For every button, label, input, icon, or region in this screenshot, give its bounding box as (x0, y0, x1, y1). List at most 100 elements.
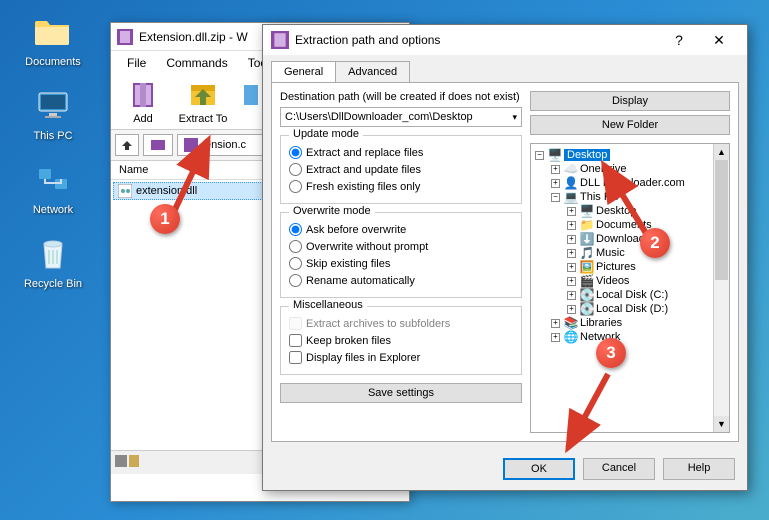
tree-node-label: Pictures (596, 261, 636, 273)
desktop-folder-documents[interactable]: Documents (18, 12, 88, 68)
tree-user-icon: 👤 (564, 176, 578, 190)
tree-pc-icon: 💻 (564, 190, 578, 204)
tree-node[interactable]: + 🖼️Pictures (535, 260, 725, 274)
close-button[interactable]: ✕ (699, 32, 739, 49)
dialog-titlebar[interactable]: Extraction path and options ? ✕ (263, 25, 747, 55)
toolbar-extract-to-button[interactable]: Extract To (173, 77, 233, 127)
tree-expand-icon[interactable]: − (535, 151, 544, 160)
toolbar-more[interactable] (233, 77, 255, 127)
check-display-explorer[interactable]: Display files in Explorer (289, 349, 513, 366)
path-drive-button[interactable] (143, 134, 173, 156)
help-button[interactable]: Help (663, 458, 735, 480)
tree-node[interactable]: +👤DLL Downloader.com (535, 176, 725, 190)
tree-pictures-icon: 🖼️ (580, 260, 594, 274)
tree-cloud-icon: ☁️ (564, 162, 578, 176)
tree-folder-icon: 📁 (580, 218, 594, 232)
tree-desktop-icon: 🖥️ (580, 204, 594, 218)
new-folder-button[interactable]: New Folder (530, 115, 730, 135)
tree-node[interactable]: +🎵Music (535, 246, 725, 260)
tree-expand-icon[interactable]: − (551, 193, 560, 202)
tree-node[interactable]: +💽Local Disk (C:) (535, 288, 725, 302)
radio-extract-update[interactable]: Extract and update files (289, 161, 513, 178)
dll-file-icon (118, 184, 132, 198)
ok-button[interactable]: OK (503, 458, 575, 480)
tree-expand-icon[interactable]: + (567, 221, 576, 230)
display-button[interactable]: Display (530, 91, 730, 111)
path-up-button[interactable] (115, 134, 139, 156)
tree-node-label: Desktop (596, 205, 636, 217)
scroll-thumb[interactable] (715, 160, 728, 280)
radio-overwrite-no-prompt[interactable]: Overwrite without prompt (289, 238, 513, 255)
tree-node[interactable]: + 🌐Network (535, 330, 725, 344)
tree-music-icon: 🎵 (580, 246, 594, 260)
icon-label: Documents (18, 56, 88, 68)
scroll-up-icon[interactable]: ▲ (714, 144, 729, 160)
tab-general[interactable]: General (271, 61, 336, 82)
destination-path-value: C:\Users\DllDownloader_com\Desktop (285, 111, 473, 123)
menu-file[interactable]: File (117, 53, 156, 73)
icon-label: This PC (18, 130, 88, 142)
desktop-recycle-bin[interactable]: Recycle Bin (18, 234, 88, 290)
tree-node[interactable]: −🖥️Desktop (535, 148, 725, 162)
tree-node-label: Downloads (596, 233, 650, 245)
tree-node[interactable]: −💻This PC (535, 190, 725, 204)
miscellaneous-group: Miscellaneous Extract archives to subfol… (280, 306, 522, 375)
extraction-dialog: Extraction path and options ? ✕ General … (262, 24, 748, 491)
icon-label: Network (18, 204, 88, 216)
tab-advanced[interactable]: Advanced (335, 61, 410, 82)
address-text: tension.c (202, 139, 246, 151)
radio-skip-existing[interactable]: Skip existing files (289, 255, 513, 272)
tree-expand-icon[interactable]: + (551, 165, 560, 174)
cancel-button[interactable]: Cancel (583, 458, 655, 480)
tree-expand-icon[interactable]: + (567, 277, 576, 286)
desktop-network[interactable]: Network (18, 160, 88, 216)
toolbar-add-button[interactable]: Add (113, 77, 173, 127)
tree-node[interactable]: +☁️OneDrive (535, 162, 725, 176)
pc-icon (33, 86, 73, 126)
tree-expand-icon[interactable]: + (567, 291, 576, 300)
tab-strip: General Advanced (263, 55, 747, 82)
tree-node-label: Documents (596, 219, 652, 231)
check-keep-broken[interactable]: Keep broken files (289, 332, 513, 349)
tree-node-label: Local Disk (D:) (596, 303, 668, 315)
tree-node[interactable]: +📚Libraries (535, 316, 725, 330)
tree-node-label: Network (580, 331, 620, 343)
tree-node[interactable]: + ⬇️Downloads (535, 232, 725, 246)
desktop-this-pc[interactable]: This PC (18, 86, 88, 142)
destination-path-combo[interactable]: C:\Users\DllDownloader_com\Desktop ▾ (280, 107, 522, 127)
radio-ask-overwrite[interactable]: Ask before overwrite (289, 221, 513, 238)
tree-download-icon: ⬇️ (580, 232, 594, 246)
tree-expand-icon[interactable]: + (551, 319, 560, 328)
menu-commands[interactable]: Commands (156, 53, 237, 73)
tree-node[interactable]: + 🖥️Desktop (535, 204, 725, 218)
file-name: extension.dll (136, 185, 197, 197)
radio-extract-replace[interactable]: Extract and replace files (289, 144, 513, 161)
tree-node[interactable]: + 📁Documents (535, 218, 725, 232)
radio-rename-auto[interactable]: Rename automatically (289, 272, 513, 289)
dialog-button-row: OK Cancel Help (263, 450, 747, 490)
tree-scrollbar[interactable]: ▲ ▼ (713, 144, 729, 432)
help-button[interactable]: ? (659, 32, 699, 48)
tree-expand-icon[interactable]: + (567, 249, 576, 258)
archive-icon (184, 138, 198, 152)
scroll-down-icon[interactable]: ▼ (714, 416, 729, 432)
tree-node[interactable]: +💽Local Disk (D:) (535, 302, 725, 316)
icon-label: Recycle Bin (18, 278, 88, 290)
tree-node[interactable]: +🎬Videos (535, 274, 725, 288)
tree-expand-icon[interactable]: + (567, 207, 576, 216)
chevron-down-icon: ▾ (512, 112, 517, 123)
folder-tree[interactable]: −🖥️Desktop+☁️OneDrive+👤DLL Downloader.co… (530, 143, 730, 433)
tree-expand-icon[interactable]: + (551, 333, 560, 342)
tree-disk-icon: 💽 (580, 288, 594, 302)
tree-expand-icon[interactable]: + (567, 263, 576, 272)
tab-panel-general: Destination path (will be created if doe… (271, 82, 739, 442)
toolbar-label: Add (115, 113, 171, 125)
tree-expand-icon[interactable]: + (567, 305, 576, 314)
group-title: Overwrite mode (289, 205, 375, 217)
tree-expand-icon[interactable]: + (567, 235, 576, 244)
add-icon (127, 79, 159, 111)
tree-net-icon: 🌐 (564, 330, 578, 344)
tree-expand-icon[interactable]: + (551, 179, 560, 188)
save-settings-button[interactable]: Save settings (280, 383, 522, 403)
radio-fresh-existing[interactable]: Fresh existing files only (289, 178, 513, 195)
